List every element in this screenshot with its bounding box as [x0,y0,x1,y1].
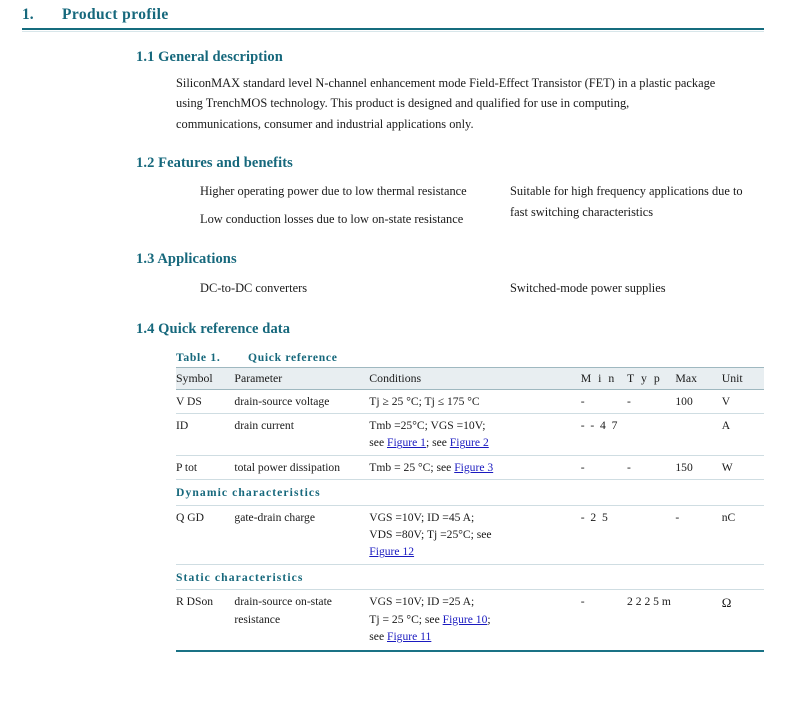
title-rule [22,28,764,30]
cell-typ [627,413,676,456]
cell-parameter: drain-source on-state resistance [234,589,370,653]
features-columns: Higher operating power due to low therma… [136,181,766,228]
conditions-text: Tmb = 25 °C; see [369,460,455,474]
table-head: Symbol Parameter Conditions M i n T y p … [176,366,764,390]
cell-unit: Ω [721,589,764,653]
table-label: Table 1. [176,350,221,364]
cell-parameter: gate-drain charge [234,505,370,565]
figure-link[interactable]: Figure 11 [387,630,431,643]
cell-max [675,413,722,456]
cell-unit: nC [721,505,764,565]
cell-conditions: VGS =10V; ID =25 A; Tj = 25 °C; see Figu… [369,589,581,653]
table-section-row-static: Static characteristics [176,564,764,591]
table-body: V DS drain-source voltage Tj ≥ 25 °C; Tj… [176,389,764,653]
cell-min: - - 4 7 [580,413,628,456]
conditions-text: Tmb =25°C; VGS =10V; [369,419,486,433]
cell-symbol: Q GD [176,505,235,565]
cell-conditions: Tmb = 25 °C; see Figure 3 [369,455,581,481]
cell-max: - [675,505,722,565]
cell-unit: W [721,455,764,481]
page-title: Product profile [62,6,169,23]
features-left-column: Higher operating power due to low therma… [200,181,510,228]
feature-item: Higher operating power due to low therma… [200,184,467,199]
figure-link[interactable]: Figure 12 [369,545,414,558]
section-title-row: 1. Product profile [0,0,786,24]
application-item: DC-to-DC converters [200,280,308,295]
cell-parameter: drain-source voltage [234,389,370,415]
table-row: R DSon drain-source on-state resistance … [176,589,764,653]
applications-columns: DC-to-DC converters Switched-mode power … [136,278,766,298]
table-row: P tot total power dissipation Tmb = 25 °… [176,455,764,481]
heading-features: 1.2 Features and benefits [136,155,293,172]
applications-right-column: Switched-mode power supplies [510,278,760,298]
general-description-text: SiliconMAX standard level N-channel enha… [176,76,716,131]
document-body: 1.1 General description SiliconMAX stand… [0,49,786,653]
cell-conditions: VGS =10V; ID =45 A; VDS =80V; Tj =25°C; … [369,505,581,565]
section-label-static: Static characteristics [176,564,764,591]
cell-min: - [580,589,628,653]
conditions-prefix: Tj = 25 °C; see [369,612,443,626]
figure-link[interactable]: Figure 1 [387,436,426,449]
conditions-suffix: ; [487,612,491,626]
application-item: Switched-mode power supplies [510,280,666,295]
section-label-dynamic: Dynamic characteristics [176,479,764,506]
general-description-block: SiliconMAX standard level N-channel enha… [136,73,716,134]
heading-general-description: 1.1 General description [136,49,283,65]
figure-link[interactable]: Figure 2 [450,436,489,449]
figure-link[interactable]: Figure 3 [454,461,493,474]
cell-typ [627,505,676,565]
cell-symbol: ID [176,413,235,456]
cell-parameter: total power dissipation [234,455,370,481]
column-header-max: Max [675,366,722,390]
column-header-parameter: Parameter [234,366,370,390]
cell-symbol: P tot [176,455,235,481]
heading-quick-reference: 1.4 Quick reference data [136,320,291,337]
column-header-min: M i n [580,366,628,390]
cell-conditions: Tmb =25°C; VGS =10V; see Figure 1; see F… [369,413,581,456]
table-caption: Table 1. Quick reference [176,351,766,364]
cell-conditions: Tj ≥ 25 °C; Tj ≤ 175 °C [369,389,581,415]
cell-min: - 2 5 [580,505,628,565]
conditions-text-2: VDS =80V; Tj =25°C; see [369,528,492,542]
cell-unit: V [721,389,764,415]
column-header-conditions: Conditions [369,366,581,390]
conditions-prefix: see [369,436,387,450]
column-header-unit: Unit [721,366,764,390]
cell-min: - [580,389,628,415]
table-row: ID drain current Tmb =25°C; VGS =10V; se… [176,413,764,456]
title-rule-secondary [22,31,764,32]
cell-typ: - [627,389,676,415]
table-title: Quick reference [248,350,338,364]
cell-symbol: R DSon [176,589,235,653]
section-number: 1. [22,6,34,23]
conditions-prefix-2: see [369,629,387,643]
quick-reference-table-wrap: Table 1. Quick reference Symbol Paramete… [136,351,766,653]
applications-left-column: DC-to-DC converters [200,278,510,298]
conditions-text: VGS =10V; ID =25 A; [369,595,475,609]
quick-reference-table: Symbol Parameter Conditions M i n T y p … [176,366,764,653]
cell-parameter: drain current [234,413,370,456]
heading-applications: 1.3 Applications [136,250,237,267]
cell-symbol: V DS [176,389,235,415]
feature-item: Suitable for high frequency applications… [510,184,743,219]
table-row: Q GD gate-drain charge VGS =10V; ID =45 … [176,505,764,565]
cell-max [675,589,722,653]
cell-unit: A [721,413,764,456]
cell-typ: - [627,455,676,481]
column-header-symbol: Symbol [176,366,235,390]
table-section-row-dynamic: Dynamic characteristics [176,479,764,506]
figure-link[interactable]: Figure 10 [443,613,488,626]
column-header-typ: T y p [627,366,676,390]
conditions-sep: ; see [425,436,450,450]
features-right-column: Suitable for high frequency applications… [510,181,760,228]
table-header-row: Symbol Parameter Conditions M i n T y p … [176,366,764,390]
table-row: V DS drain-source voltage Tj ≥ 25 °C; Tj… [176,389,764,415]
conditions-text: VGS =10V; ID =45 A; [369,510,475,524]
cell-typ: 2 2 2 5 m [627,589,676,653]
feature-item: Low conduction losses due to low on-stat… [200,211,464,226]
cell-min: - [580,455,628,481]
cell-max: 150 [675,455,722,481]
cell-max: 100 [675,389,722,415]
